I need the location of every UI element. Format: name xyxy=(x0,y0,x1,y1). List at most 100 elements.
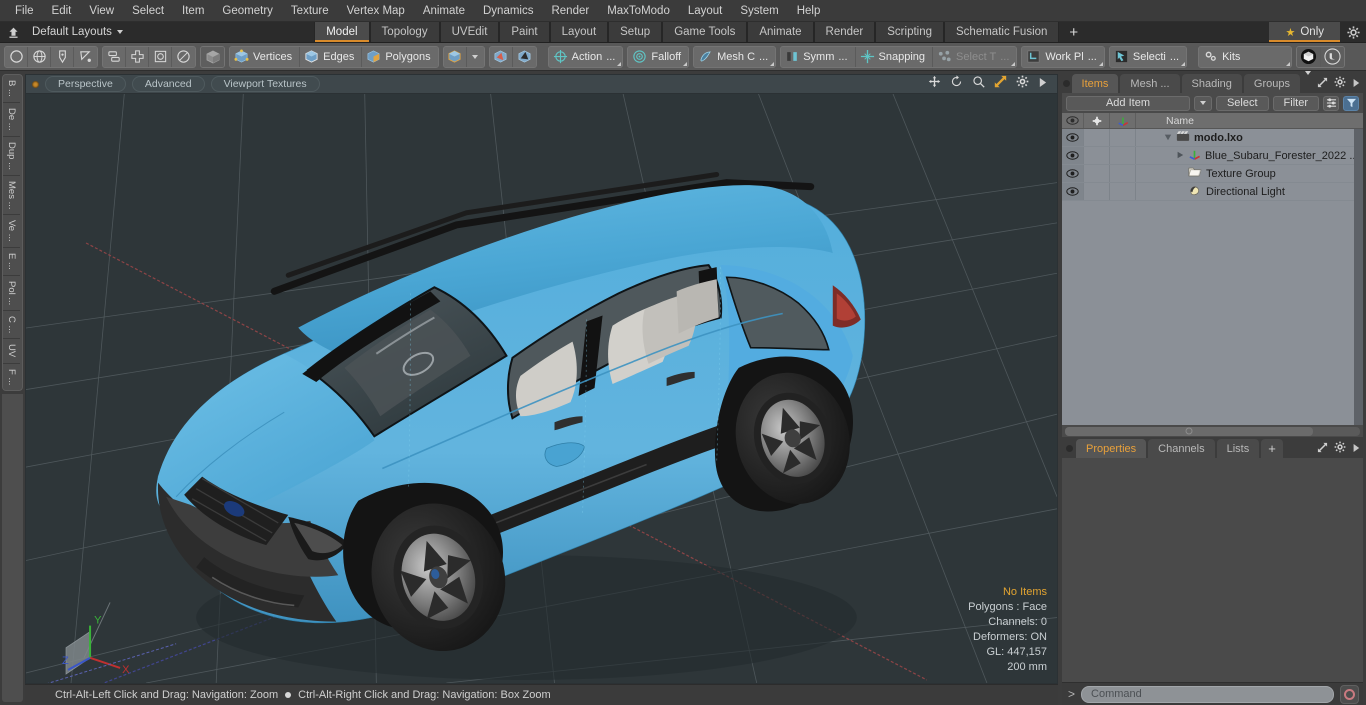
row-visibility-eye-icon[interactable] xyxy=(1062,183,1084,200)
tree-item-directional-light[interactable]: Directional Light xyxy=(1136,184,1285,200)
item-tree[interactable]: modo.lxo Blue_Subaru_Forester_2022 ... T… xyxy=(1062,129,1363,425)
list-options-icon[interactable] xyxy=(1323,95,1339,111)
command-input[interactable]: Command xyxy=(1081,685,1334,703)
tab-layout[interactable]: Layout xyxy=(549,22,609,42)
menu-item-render[interactable]: Render xyxy=(542,1,598,21)
tab-lists[interactable]: Lists xyxy=(1216,439,1260,458)
add-item-chevron-down-icon[interactable] xyxy=(1193,95,1212,111)
play-arrow-icon[interactable] xyxy=(1038,75,1047,93)
table-row[interactable]: Directional Light xyxy=(1062,183,1363,201)
row-lock-cell[interactable] xyxy=(1084,165,1110,182)
circle-icon[interactable] xyxy=(5,46,28,67)
selection-mode-polygons[interactable]: Polygons xyxy=(362,46,438,67)
menu-item-edit[interactable]: Edit xyxy=(43,1,81,21)
selection-mode-edges[interactable]: Edges xyxy=(300,46,363,67)
row-visibility-eye-icon[interactable] xyxy=(1062,165,1084,182)
tab-paint[interactable]: Paint xyxy=(499,22,550,42)
gear-icon[interactable] xyxy=(1340,22,1366,42)
tab-render[interactable]: Render xyxy=(813,22,876,42)
tab-scripting[interactable]: Scripting xyxy=(875,22,945,42)
properties-panel-body[interactable] xyxy=(1062,458,1363,682)
menu-item-animate[interactable]: Animate xyxy=(414,1,474,21)
gear-icon[interactable] xyxy=(1334,440,1346,458)
record-icon[interactable] xyxy=(1340,684,1359,704)
work-plane-dropdown[interactable]: Work Pl ... xyxy=(1022,46,1104,67)
filter-button[interactable]: Filter xyxy=(1272,95,1319,111)
scrollbar-thumb[interactable] xyxy=(1065,426,1313,436)
home-icon[interactable] xyxy=(0,22,26,42)
curve-icon[interactable] xyxy=(74,46,97,67)
add-panel-tab-button[interactable]: + xyxy=(1261,439,1283,458)
tab-shading[interactable]: Shading xyxy=(1181,74,1242,93)
center-cube-icon[interactable] xyxy=(512,46,536,67)
menu-item-view[interactable]: View xyxy=(80,1,123,21)
tab-properties[interactable]: Properties xyxy=(1076,439,1147,458)
left-tab-basic[interactable]: B ... xyxy=(3,75,20,103)
tab-schematic-fusion[interactable]: Schematic Fusion xyxy=(944,22,1060,42)
scrollbar-track[interactable] xyxy=(1065,426,1360,436)
duplicate-icon[interactable] xyxy=(103,46,126,67)
tab-groups[interactable]: Groups xyxy=(1243,74,1300,93)
fit-expand-icon[interactable] xyxy=(994,75,1007,93)
menu-item-dynamics[interactable]: Dynamics xyxy=(474,1,542,21)
menu-item-texture[interactable]: Texture xyxy=(282,1,338,21)
cube-icon[interactable] xyxy=(201,46,224,67)
table-row[interactable]: Blue_Subaru_Forester_2022 ... xyxy=(1062,147,1363,165)
row-axis-cell[interactable] xyxy=(1110,129,1136,146)
menu-item-geometry[interactable]: Geometry xyxy=(213,1,282,21)
twirl-down-icon[interactable] xyxy=(1164,132,1172,144)
funnel-icon[interactable] xyxy=(1343,95,1359,111)
left-tab-edge[interactable]: E ... xyxy=(3,247,20,276)
zoom-icon[interactable] xyxy=(972,75,985,93)
menu-item-maxtomodo[interactable]: MaxToModo xyxy=(598,1,679,21)
left-tab-curve[interactable]: C ... xyxy=(3,310,20,340)
tab-topology[interactable]: Topology xyxy=(369,22,440,42)
play-arrow-icon[interactable] xyxy=(1352,440,1360,458)
left-tab-deform[interactable]: De ... xyxy=(3,102,20,137)
tab-uvedit[interactable]: UVEdit xyxy=(439,22,500,42)
tab-channels[interactable]: Channels xyxy=(1148,439,1215,458)
radial-icon[interactable] xyxy=(172,46,195,67)
row-axis-cell[interactable] xyxy=(1110,183,1136,200)
part-cube-icon[interactable] xyxy=(489,46,513,67)
globe-icon[interactable] xyxy=(28,46,51,67)
material-cube-icon[interactable] xyxy=(443,46,467,67)
left-tab-duplicate[interactable]: Dup ... xyxy=(3,136,20,176)
layout-dropdown[interactable]: Default Layouts xyxy=(26,22,133,42)
symmetry-dropdown[interactable]: Symm ... xyxy=(781,46,856,67)
mesh-constraint-dropdown[interactable]: Mesh C ... xyxy=(694,46,776,67)
menu-item-layout[interactable]: Layout xyxy=(679,1,732,21)
row-lock-cell[interactable] xyxy=(1084,183,1110,200)
select-through-dropdown[interactable]: Select T ... xyxy=(933,46,1017,67)
tab-game-tools[interactable]: Game Tools xyxy=(662,22,748,42)
selection-mode-vertices[interactable]: Vertices xyxy=(230,46,301,67)
left-tab-fur[interactable]: F ... xyxy=(3,363,20,390)
rotate-icon[interactable] xyxy=(950,75,963,93)
left-tab-mesh[interactable]: Mes ... xyxy=(3,175,20,216)
select-button[interactable]: Select xyxy=(1215,95,1269,111)
play-arrow-icon[interactable] xyxy=(1352,75,1360,93)
3d-viewport[interactable]: Y X Z No Items Polygons : Face Channels:… xyxy=(25,93,1058,684)
row-axis-cell[interactable] xyxy=(1110,165,1136,182)
row-visibility-eye-icon[interactable] xyxy=(1062,147,1084,164)
table-row[interactable]: Texture Group xyxy=(1062,165,1363,183)
tab-model[interactable]: Model xyxy=(314,22,370,42)
tree-item-scene[interactable]: modo.lxo xyxy=(1136,130,1243,145)
row-lock-cell[interactable] xyxy=(1084,129,1110,146)
menu-item-select[interactable]: Select xyxy=(123,1,173,21)
plus-shape-icon[interactable] xyxy=(126,46,149,67)
item-tree-vertical-scrollbar[interactable] xyxy=(1354,129,1363,425)
menu-item-system[interactable]: System xyxy=(731,1,787,21)
viewport-camera-dropdown[interactable]: Perspective xyxy=(45,76,126,92)
snapping-dropdown[interactable]: Snapping xyxy=(855,46,934,67)
viewport-shading-dropdown[interactable]: Advanced xyxy=(131,76,205,92)
modo-badge-icon[interactable] xyxy=(1297,46,1322,67)
tree-item-texture-group[interactable]: Texture Group xyxy=(1136,166,1276,181)
chevron-down-icon[interactable] xyxy=(466,46,484,67)
expand-icon[interactable] xyxy=(1317,440,1328,458)
action-center-dropdown[interactable]: Action ... xyxy=(548,46,623,67)
menu-item-vertex-map[interactable]: Vertex Map xyxy=(338,1,414,21)
tab-setup[interactable]: Setup xyxy=(608,22,663,42)
table-row[interactable]: modo.lxo xyxy=(1062,129,1363,147)
twirl-right-icon[interactable] xyxy=(1176,150,1184,162)
